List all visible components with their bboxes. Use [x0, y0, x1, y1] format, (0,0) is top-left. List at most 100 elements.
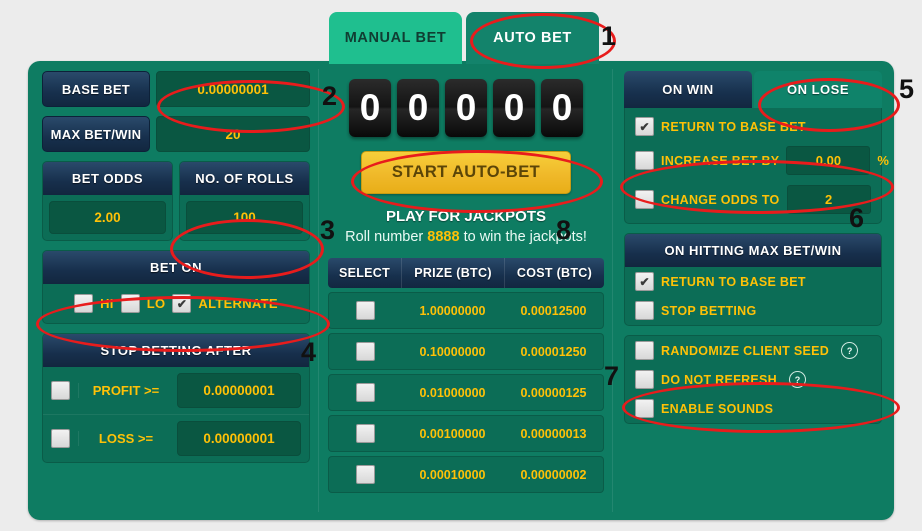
table-row: 0.00010000 0.00000002 — [328, 456, 604, 493]
stop-profit-row: PROFIT >= 0.00000001 — [43, 367, 309, 414]
help-icon[interactable]: ? — [789, 371, 807, 388]
increase-bet-by-label: INCREASE BET BY — [661, 153, 780, 168]
tab-on-win-label: ON WIN — [662, 82, 714, 97]
stop-loss-row: LOSS >= 0.00000001 — [43, 414, 309, 462]
stop-loss-checkbox[interactable] — [51, 429, 70, 448]
bet-odds-input[interactable]: 2.00 — [49, 201, 166, 234]
tab-on-win[interactable]: ON WIN — [624, 71, 752, 108]
max-bet-win-input[interactable]: 20 — [156, 116, 310, 152]
bet-on-alternate-checkbox[interactable] — [172, 294, 192, 313]
on-win-options: RETURN TO BASE BET INCREASE BET BY 0.00 … — [624, 108, 889, 224]
bet-on-alternate-label: ALTERNATE — [198, 296, 278, 311]
tab-manual-bet-label: MANUAL BET — [344, 30, 447, 46]
tab-manual-bet[interactable]: MANUAL BET — [329, 12, 462, 64]
jackpot-select-checkbox[interactable] — [355, 465, 375, 484]
counter-digit: 0 — [493, 79, 535, 137]
jackpot-select-cell — [328, 333, 401, 370]
tab-auto-bet-label: AUTO BET — [493, 30, 572, 46]
annotation-number-6: 6 — [849, 203, 865, 233]
win-lose-tabs: ON WIN ON LOSE — [624, 71, 882, 108]
bet-on-hi-checkbox[interactable] — [74, 294, 94, 313]
max-stop-betting-checkbox[interactable] — [635, 301, 654, 320]
stop-loss-input[interactable]: 0.00000001 — [177, 421, 301, 456]
no-of-rolls-input[interactable]: 100 — [186, 201, 303, 234]
bet-on-lo-checkbox[interactable] — [120, 294, 140, 313]
jackpot-roll-number: 8888 — [427, 229, 460, 245]
stop-profit-input[interactable]: 0.00000001 — [177, 373, 301, 408]
bet-odds-card: BET ODDS 2.00 — [42, 161, 173, 241]
jackpot-select-cell — [328, 456, 401, 493]
jackpot-table-header-row: SELECT PRIZE (BTC) COST (BTC) — [328, 258, 604, 288]
jackpot-header-select: SELECT — [328, 258, 401, 288]
return-to-base-bet-checkbox[interactable] — [635, 117, 654, 136]
jackpot-prize-cell: 0.01000000 — [401, 374, 504, 411]
do-not-refresh-checkbox[interactable] — [635, 370, 654, 389]
tab-on-lose[interactable]: ON LOSE — [754, 71, 882, 108]
increase-bet-by-row: INCREASE BET BY 0.00 % — [625, 141, 889, 180]
increase-bet-by-input[interactable]: 0.00 — [786, 146, 871, 175]
max-bet-win-row: MAX BET/WIN 20 — [42, 116, 310, 152]
jackpot-select-checkbox[interactable] — [355, 424, 375, 443]
jackpot-cost-cell: 0.00001250 — [503, 333, 604, 370]
jackpot-select-cell — [328, 292, 401, 329]
left-settings-column: BASE BET 0.00000001 MAX BET/WIN 20 BET O… — [42, 71, 310, 472]
on-hitting-max-card: ON HITTING MAX BET/WIN RETURN TO BASE BE… — [624, 233, 882, 326]
jackpot-table: SELECT PRIZE (BTC) COST (BTC) 1.00000000… — [328, 254, 604, 497]
counter-digit: 0 — [541, 79, 583, 137]
tab-auto-bet[interactable]: AUTO BET — [466, 12, 599, 64]
counter-digit: 0 — [349, 79, 391, 137]
odds-rolls-row: BET ODDS 2.00 NO. OF ROLLS 100 — [42, 161, 310, 241]
return-to-base-bet-row: RETURN TO BASE BET — [625, 112, 881, 141]
stop-betting-after-title: STOP BETTING AFTER — [43, 334, 309, 367]
column-divider-left — [318, 69, 319, 512]
randomize-client-seed-row: RANDOMIZE CLIENT SEED ? — [625, 336, 881, 365]
jackpot-select-checkbox[interactable] — [355, 342, 375, 361]
bet-on-title: BET ON — [43, 251, 309, 284]
roll-counter: 0 0 0 0 0 — [328, 79, 604, 137]
max-return-to-base-checkbox[interactable] — [635, 272, 654, 291]
table-row: 0.01000000 0.00000125 — [328, 374, 604, 411]
jackpot-select-cell — [328, 415, 401, 452]
table-row: 0.10000000 0.00001250 — [328, 333, 604, 370]
stop-profit-checkbox[interactable] — [51, 381, 70, 400]
jackpot-prize-cell: 0.10000000 — [401, 333, 504, 370]
right-settings-column: ON WIN ON LOSE RETURN TO BASE BET INCREA… — [624, 71, 889, 433]
annotation-number-8: 8 — [556, 215, 572, 245]
jackpot-cost-cell: 0.00000125 — [503, 374, 604, 411]
increase-bet-by-checkbox[interactable] — [635, 151, 654, 170]
stop-loss-label: LOSS >= — [78, 431, 169, 446]
app-root: MANUAL BET AUTO BET BASE BET 0.00000001 … — [0, 0, 922, 531]
annotation-number-5: 5 — [899, 74, 915, 104]
bet-on-options: HI LO ALTERNATE — [43, 284, 309, 323]
change-odds-to-label: CHANGE ODDS TO — [661, 192, 780, 207]
max-stop-betting-label: STOP BETTING — [661, 303, 757, 318]
return-to-base-bet-label: RETURN TO BASE BET — [661, 119, 806, 134]
jackpot-select-checkbox[interactable] — [355, 301, 375, 320]
jackpot-select-checkbox[interactable] — [355, 383, 375, 402]
max-stop-betting-row: STOP BETTING — [625, 296, 881, 325]
help-icon[interactable]: ? — [841, 342, 859, 359]
max-return-to-base-label: RETURN TO BASE BET — [661, 274, 806, 289]
change-odds-to-row: CHANGE ODDS TO 2 — [625, 180, 881, 219]
counter-digit: 0 — [397, 79, 439, 137]
middle-column: 0 0 0 0 0 START AUTO-BET PLAY FOR JACKPO… — [328, 71, 604, 497]
bet-odds-label: BET ODDS — [43, 162, 172, 195]
enable-sounds-label: ENABLE SOUNDS — [661, 401, 774, 416]
counter-digit: 0 — [445, 79, 487, 137]
jackpot-header-prize: PRIZE (BTC) — [401, 258, 504, 288]
randomize-client-seed-checkbox[interactable] — [635, 341, 654, 360]
enable-sounds-checkbox[interactable] — [635, 399, 654, 418]
change-odds-to-checkbox[interactable] — [635, 190, 654, 209]
base-bet-input[interactable]: 0.00000001 — [156, 71, 310, 107]
jackpot-select-cell — [328, 374, 401, 411]
jackpot-cost-cell: 0.00012500 — [503, 292, 604, 329]
enable-sounds-row: ENABLE SOUNDS — [625, 394, 881, 423]
column-divider-right — [612, 69, 613, 512]
base-bet-label: BASE BET — [42, 71, 150, 107]
jackpot-sub-pre: Roll number — [345, 229, 428, 245]
annotation-number-1: 1 — [601, 21, 617, 51]
annotation-number-3: 3 — [320, 215, 336, 245]
start-auto-bet-button[interactable]: START AUTO-BET — [361, 151, 571, 194]
annotation-number-4: 4 — [301, 337, 317, 367]
annotation-number-2: 2 — [322, 81, 338, 111]
